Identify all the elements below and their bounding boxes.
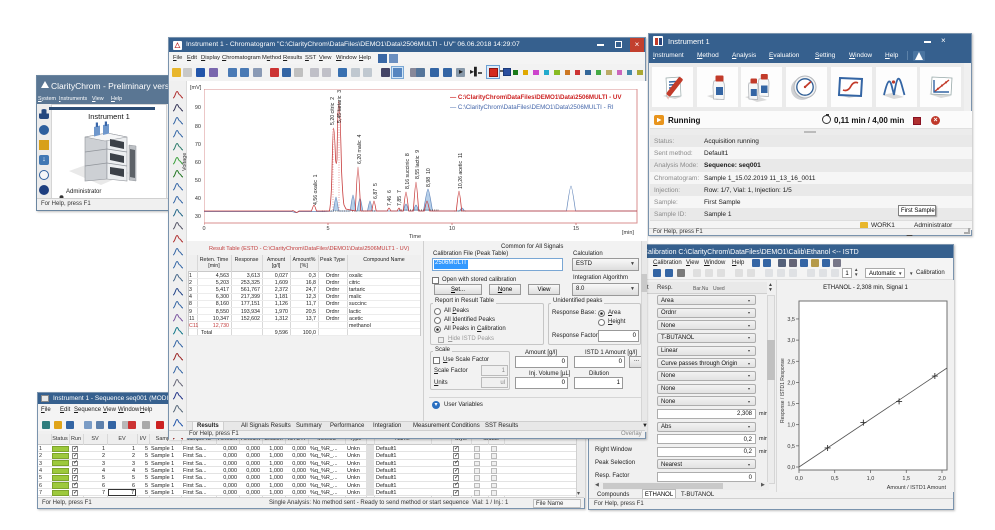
svg-text:10,26 acetic 11: 10,26 acetic 11 (458, 153, 464, 189)
svg-text:Amount / ISTD1 Amount: Amount / ISTD1 Amount (887, 485, 947, 491)
svg-text:0,0: 0,0 (787, 465, 795, 471)
svg-text:7,46 6: 7,46 6 (387, 190, 393, 206)
svg-text:3,0: 3,0 (787, 338, 795, 344)
svg-text:5,20 citric 2: 5,20 citric 2 (330, 97, 336, 125)
svg-text:5,45 tartaric 3: 5,45 tartaric 3 (337, 90, 343, 123)
svg-text:Response / ISTD1 Response: Response / ISTD1 Response (780, 358, 786, 423)
svg-text:2,0: 2,0 (938, 476, 946, 482)
svg-text:3,5: 3,5 (787, 317, 795, 323)
svg-text:1,0: 1,0 (867, 476, 875, 482)
svg-text:6,87 5: 6,87 5 (373, 183, 379, 199)
svg-text:1,5: 1,5 (902, 476, 910, 482)
svg-text:1,0: 1,0 (787, 423, 795, 429)
svg-text:0,5: 0,5 (831, 476, 839, 482)
svg-text:2,0: 2,0 (787, 380, 795, 386)
svg-text:1,5: 1,5 (787, 402, 795, 408)
svg-text:8,16 succinic 8: 8,16 succinic 8 (405, 153, 411, 189)
svg-text:8,98 10: 8,98 10 (426, 168, 432, 187)
svg-text:0,0: 0,0 (795, 476, 803, 482)
svg-text:8,55 lactic 9: 8,55 lactic 9 (415, 150, 421, 179)
svg-text:0,5: 0,5 (787, 444, 795, 450)
svg-text:4,56 oxalic 1: 4,56 oxalic 1 (313, 174, 319, 205)
svg-text:7,85 7: 7,85 7 (397, 190, 403, 206)
svg-text:2,5: 2,5 (787, 359, 795, 365)
svg-text:6,20 malic 4: 6,20 malic 4 (357, 134, 363, 164)
